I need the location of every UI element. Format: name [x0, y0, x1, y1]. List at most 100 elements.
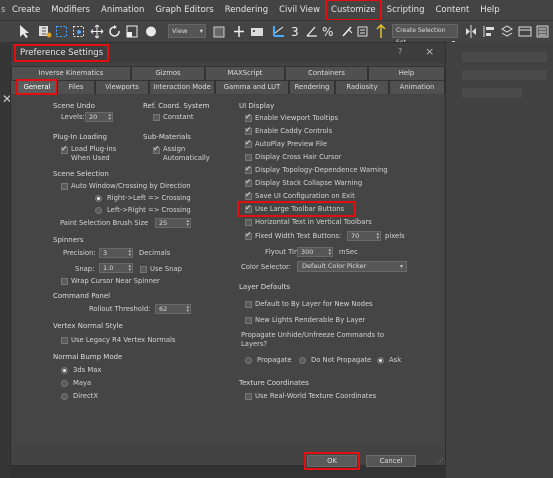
- precision-spinner[interactable]: 3 ▴ ▾: [99, 248, 133, 258]
- select-arrow-icon[interactable]: [18, 24, 32, 39]
- propagate-radio[interactable]: [245, 357, 252, 364]
- ui-item-checkbox[interactable]: [245, 138, 252, 148]
- topology-warning-label: Display Topology-Dependence Warning: [255, 166, 388, 174]
- ok-button[interactable]: OK: [304, 452, 360, 470]
- precision-label: Precision:: [63, 249, 96, 257]
- menu-customize[interactable]: Customize: [324, 0, 383, 21]
- menu-help[interactable]: Help: [475, 0, 505, 20]
- ui-item-checkbox[interactable]: [245, 219, 252, 226]
- levels-label: Levels:: [61, 113, 85, 121]
- layer-manager-icon[interactable]: [500, 24, 514, 39]
- ui-item-checkbox[interactable]: [245, 154, 252, 161]
- right-left-radio[interactable]: [95, 195, 102, 202]
- menu-civil-view[interactable]: Civil View: [274, 0, 326, 20]
- assign-automatically-checkbox[interactable]: [153, 144, 160, 154]
- bump-maya-radio[interactable]: [61, 380, 68, 387]
- tab-animation[interactable]: Animation: [389, 80, 445, 94]
- new-lights-label: New Lights Renderable By Layer: [255, 316, 366, 324]
- tab-viewports[interactable]: Viewports: [95, 80, 149, 94]
- by-layer-checkbox[interactable]: [245, 301, 252, 308]
- keyboard-shortcut-icon[interactable]: [250, 24, 264, 39]
- do-not-propagate-radio[interactable]: [299, 357, 306, 364]
- tab-help[interactable]: Help: [368, 66, 445, 80]
- color-selector-dropdown[interactable]: Default Color Picker ▾: [297, 261, 407, 272]
- left-right-radio[interactable]: [95, 207, 102, 214]
- tab-maxscript[interactable]: MAXScript: [205, 66, 285, 80]
- cancel-button[interactable]: Cancel: [366, 455, 416, 467]
- snap-toggle-icon[interactable]: 3: [290, 24, 304, 39]
- levels-spinner[interactable]: 20 ▴ ▾: [85, 112, 113, 122]
- move-icon[interactable]: [90, 24, 104, 39]
- edit-named-sets-icon[interactable]: [356, 24, 370, 39]
- load-plugins-checkbox[interactable]: [61, 144, 68, 154]
- ui-item-checkbox[interactable]: [245, 164, 252, 174]
- ui-item-checkbox[interactable]: [245, 190, 252, 200]
- by-layer-label: Default to By Layer for New Nodes: [255, 300, 373, 308]
- new-lights-checkbox[interactable]: [245, 317, 252, 324]
- ui-item-checkbox[interactable]: [245, 112, 252, 122]
- real-world-checkbox[interactable]: [245, 393, 252, 400]
- tab-gizmos[interactable]: Gizmos: [131, 66, 205, 80]
- menu-rendering[interactable]: Rendering: [219, 0, 273, 20]
- ui-item-checkbox[interactable]: [245, 177, 252, 187]
- flyout-time-spinner[interactable]: 300 ▴ ▾: [297, 247, 333, 257]
- fixed-width-spinner[interactable]: 70 ▴ ▾: [347, 231, 381, 241]
- menu-modifiers[interactable]: Modifiers: [46, 0, 96, 20]
- snaps-toggle-icon[interactable]: [272, 24, 286, 39]
- menu-content[interactable]: Content: [430, 0, 475, 20]
- rect-selection-icon[interactable]: [55, 24, 69, 39]
- large-toolbar-checkbox[interactable]: [245, 203, 252, 213]
- bump-3dsmax-radio[interactable]: [61, 367, 68, 374]
- dialog-titlebar[interactable]: Preference Settings ? ×: [11, 43, 445, 63]
- scale-icon[interactable]: [126, 24, 140, 39]
- tab-general[interactable]: General: [16, 79, 58, 95]
- dialog-close-icon[interactable]: ×: [425, 45, 434, 58]
- place-icon[interactable]: [144, 24, 158, 39]
- ui-item-checkbox[interactable]: [245, 125, 252, 135]
- align-icon[interactable]: [482, 24, 496, 39]
- snap-spinner[interactable]: 1.0 ▴ ▾: [99, 263, 133, 273]
- wrap-cursor-checkbox[interactable]: [61, 278, 68, 285]
- brush-size-spinner[interactable]: 25 ▴ ▾: [155, 218, 191, 228]
- snap-label: Snap:: [75, 265, 95, 273]
- window-crossing-icon[interactable]: [72, 24, 86, 39]
- tab-radiosity[interactable]: Radiosity: [335, 80, 389, 94]
- toggle-ribbon-icon[interactable]: [518, 24, 532, 39]
- ask-radio[interactable]: [377, 357, 384, 364]
- tab-inverse-kinematics[interactable]: Inverse Kinematics: [11, 66, 131, 80]
- percent-snap-icon[interactable]: %: [322, 24, 336, 39]
- menu-create[interactable]: Create: [6, 0, 45, 20]
- rotate-icon[interactable]: [108, 24, 122, 39]
- constant-checkbox[interactable]: [153, 114, 160, 121]
- scene-explorer-icon[interactable]: [536, 24, 550, 39]
- tab-files[interactable]: Files: [57, 80, 95, 94]
- menu-animation[interactable]: Animation: [96, 0, 150, 20]
- select-by-name-icon[interactable]: [38, 24, 52, 39]
- rollout-threshold-spinner[interactable]: 62 ▴ ▾: [155, 304, 191, 314]
- msec-label: mSec: [339, 248, 358, 256]
- angle-snap-icon[interactable]: [305, 24, 319, 39]
- selection-set-dropdown[interactable]: Create Selection Set▾: [392, 24, 458, 46]
- tab-interaction-mode[interactable]: Interaction Mode: [149, 80, 215, 94]
- menu-graph-editors[interactable]: Graph Editors: [150, 0, 219, 20]
- horizontal-text-label: Horizontal Text in Vertical Toolbars: [255, 218, 372, 226]
- select-manipulate-icon[interactable]: [232, 24, 246, 39]
- mirror-icon[interactable]: [464, 24, 478, 39]
- ref-coord-title: Ref. Coord. System: [143, 102, 210, 110]
- legacy-normals-checkbox[interactable]: [61, 337, 68, 344]
- pivot-icon[interactable]: [212, 24, 226, 39]
- named-selection-icon[interactable]: [374, 24, 388, 39]
- tab-containers[interactable]: Containers: [285, 66, 368, 80]
- ref-coord-dropdown[interactable]: View ▾: [168, 24, 206, 38]
- use-snap-checkbox[interactable]: [140, 266, 147, 273]
- fixed-width-checkbox[interactable]: [245, 230, 252, 240]
- load-plugins-label-1: Load Plug-ins: [71, 145, 117, 153]
- tab-gamma-and-lut[interactable]: Gamma and LUT: [215, 80, 289, 94]
- resize-grip-icon[interactable]: ⋰: [437, 457, 444, 465]
- menu-scripting[interactable]: Scripting: [381, 0, 430, 20]
- help-icon[interactable]: ?: [398, 47, 402, 56]
- spinner-snap-icon[interactable]: [340, 24, 354, 39]
- tab-rendering[interactable]: Rendering: [289, 80, 335, 94]
- bump-directx-radio[interactable]: [61, 393, 68, 400]
- auto-window-checkbox[interactable]: [61, 183, 68, 190]
